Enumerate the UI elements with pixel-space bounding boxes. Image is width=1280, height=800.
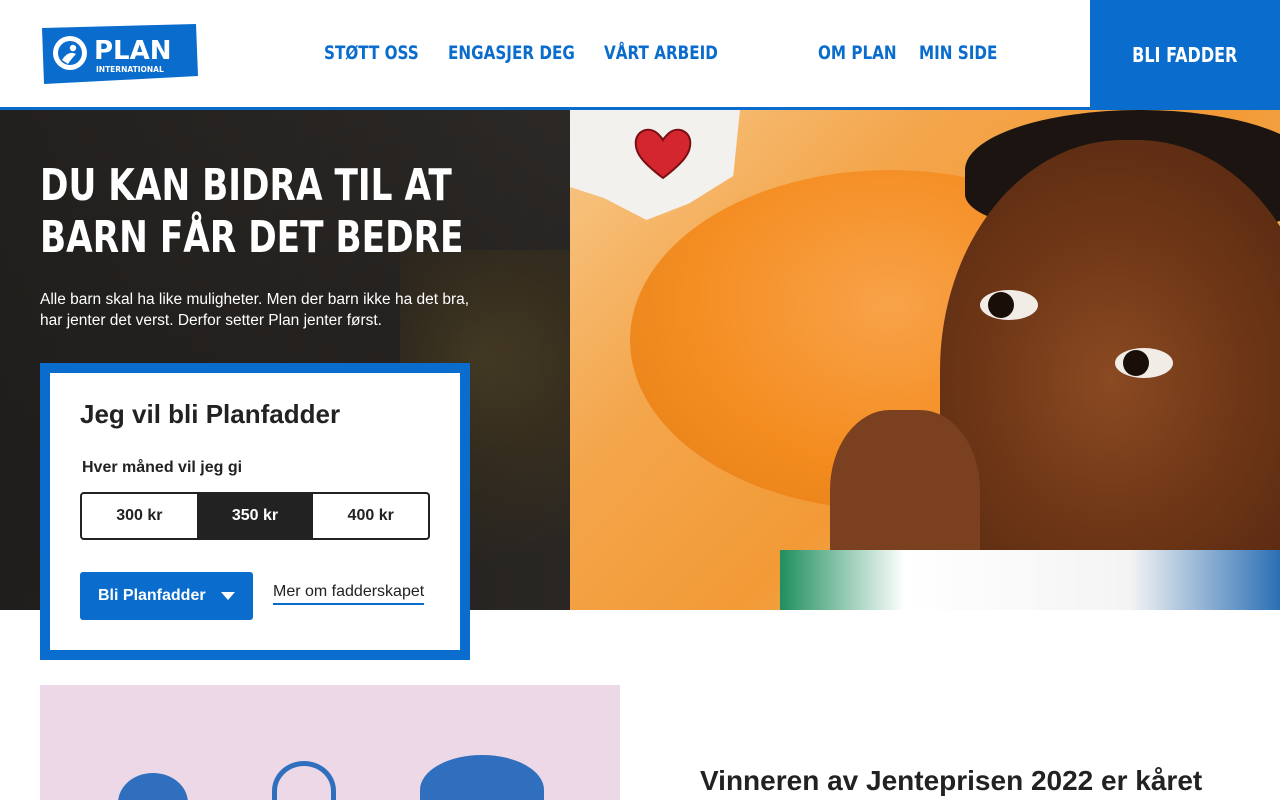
nav-vart-arbeid[interactable]: VÅRT ARBEID	[604, 42, 718, 64]
monthly-amount-label: Hver måned vil jeg gi	[82, 459, 243, 476]
nav-om-plan[interactable]: OM PLAN	[818, 42, 897, 64]
svg-text:PLAN: PLAN	[94, 36, 172, 66]
amount-option-350[interactable]: 350 kr	[197, 494, 314, 538]
bli-planfadder-button[interactable]: Bli Planfadder	[80, 572, 253, 620]
heart-icon	[634, 128, 692, 180]
bli-fadder-button[interactable]: BLI FADDER	[1090, 0, 1280, 110]
hero-title: DU KAN BIDRA TIL AT BARN FÅR DET BEDRE	[40, 160, 477, 264]
hero-subtitle: Alle barn skal ha like muligheter. Men d…	[40, 291, 470, 329]
jenteprisen-illustration[interactable]	[40, 685, 620, 800]
hero-title-line1: DU KAN BIDRA TIL AT	[40, 160, 452, 211]
nav-stott-oss[interactable]: STØTT OSS	[324, 42, 419, 64]
mer-om-fadderskapet-link[interactable]: Mer om fadderskapet	[273, 583, 425, 605]
bli-planfadder-label: Bli Planfadder	[98, 587, 206, 604]
hero-child-photo	[570, 110, 1280, 610]
hero-title-line2: BARN FÅR DET BEDRE	[40, 212, 464, 263]
amount-option-300[interactable]: 300 kr	[82, 494, 198, 538]
illustrated-head	[420, 755, 544, 800]
site-header: PLAN INTERNATIONAL STØTT OSS ENGASJER DE…	[0, 0, 1280, 110]
amount-selector: 300 kr 350 kr 400 kr	[80, 492, 430, 540]
amount-option-400[interactable]: 400 kr	[313, 494, 428, 538]
child-shirt	[780, 550, 1280, 610]
promo-title[interactable]: Vinneren av Jenteprisen 2022 er kåret	[700, 765, 1202, 797]
caret-down-icon	[221, 592, 235, 600]
bli-fadder-label: BLI FADDER	[1132, 43, 1238, 67]
donation-card: Jeg vil bli Planfadder Hver måned vil je…	[40, 363, 470, 660]
donation-card-title: Jeg vil bli Planfadder	[80, 399, 341, 429]
nav-min-side[interactable]: MIN SIDE	[919, 42, 997, 64]
illustrated-head	[272, 761, 336, 800]
svg-text:INTERNATIONAL: INTERNATIONAL	[96, 65, 164, 74]
illustrated-head	[118, 773, 188, 800]
child-face	[940, 140, 1280, 610]
nav-engasjer-deg[interactable]: ENGASJER DEG	[448, 42, 575, 64]
plan-international-logo[interactable]: PLAN INTERNATIONAL	[40, 24, 198, 84]
